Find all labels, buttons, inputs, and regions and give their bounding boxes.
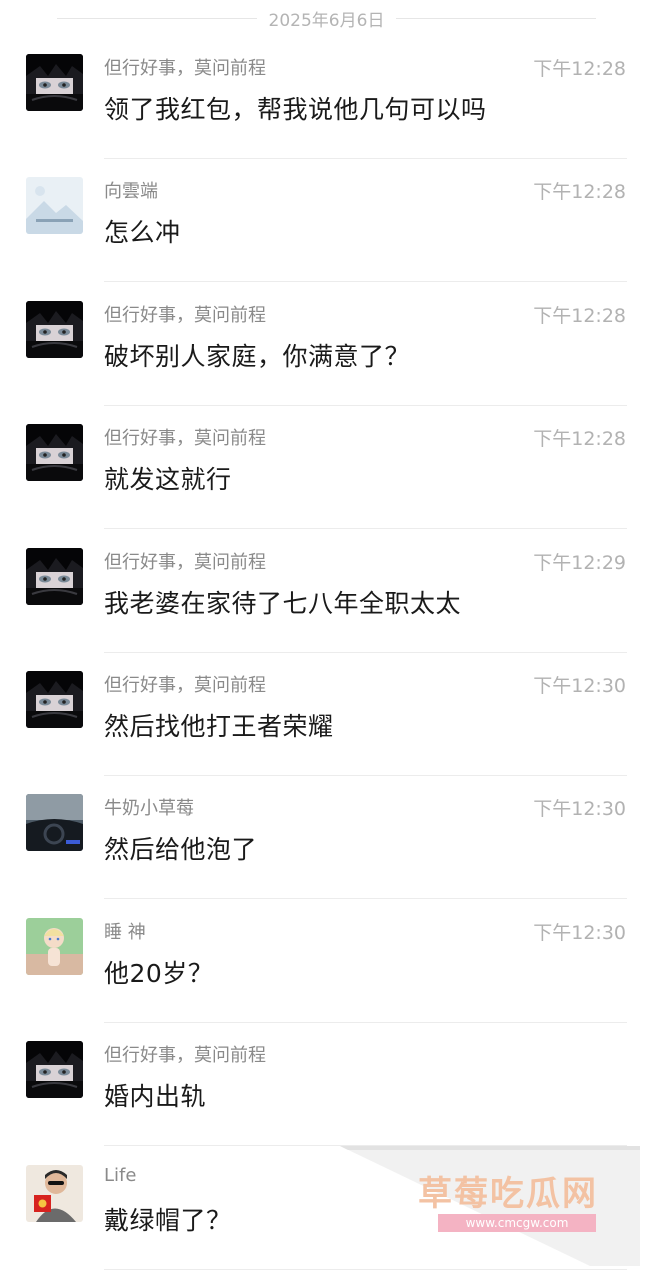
date-separator-line-left [56,17,257,19]
chat-message[interactable]: 但行好事，莫问前程婚内出轨 [0,1023,653,1147]
sender-name: 但行好事，莫问前程 [104,304,266,326]
message-time: 下午12:30 [533,921,626,944]
date-separator: 2025年6月6日 [0,0,653,36]
message-text: 然后给他泡了 [104,835,258,865]
dark-hair-eyes-avatar[interactable] [26,300,83,358]
message-text: 婚内出轨 [104,1082,207,1112]
car-interior-avatar[interactable] [26,794,83,852]
dark-hair-eyes-avatar[interactable] [26,424,83,482]
message-time: 下午12:28 [533,428,626,451]
child-red-envelope-avatar[interactable] [26,1164,83,1222]
message-time: 下午12:29 [533,551,626,574]
sender-name: 但行好事，莫问前程 [104,551,266,573]
message-divider [104,1268,627,1270]
message-time: 下午12:28 [533,58,626,80]
chat-message[interactable]: 但行好事，莫问前程 下午12:28 领了我红包，帮我说他几句可以吗 [0,36,653,159]
chat-message[interactable]: 但行好事，莫问前程 下午12:29 我老婆在家待了七八年全职太太 [0,530,653,653]
message-text: 戴绿帽了？ [104,1205,232,1235]
message-text: 就发这就行 [104,465,232,495]
dark-hair-eyes-avatar[interactable] [26,547,83,605]
message-text: 怎么冲 [104,218,181,248]
message-time: 下午12:28 [533,304,626,327]
chat-message[interactable]: 睡 神 下午12:30 他20岁？ [0,900,653,1023]
dark-hair-eyes-avatar[interactable] [26,671,83,728]
message-time: 下午12:30 [533,798,626,821]
chat-message[interactable]: 向雲端 下午12:28 怎么冲 [0,159,653,283]
message-text: 破坏别人家庭，你满意了？ [104,341,411,371]
dark-hair-eyes-avatar[interactable] [26,54,83,111]
dark-hair-eyes-avatar[interactable] [26,1041,83,1099]
sender-name: Life [104,1164,137,1186]
date-separator-line-right [396,17,597,19]
message-text: 然后找他打王者荣耀 [104,712,334,741]
light-blue-landscape-avatar[interactable] [26,177,83,235]
chat-message[interactable]: 但行好事，莫问前程 下午12:28 破坏别人家庭，你满意了？ [0,283,653,406]
sender-name: 但行好事，莫问前程 [104,428,266,450]
chat-message[interactable]: Life 戴绿帽了？ [0,1147,653,1270]
message-time: 下午12:28 [533,181,626,204]
message-time: 下午12:30 [533,675,626,697]
sender-name: 牛奶小草莓 [104,798,194,820]
cartoon-child-avatar[interactable] [26,917,83,975]
sender-name: 向雲端 [104,181,158,203]
message-text: 领了我红包，帮我说他几句可以吗 [104,95,487,124]
sender-name: 但行好事，莫问前程 [104,1045,266,1067]
chat-message[interactable]: 但行好事，莫问前程 下午12:30 然后找他打王者荣耀 [0,653,653,776]
chat-message[interactable]: 牛奶小草莓 下午12:30 然后给他泡了 [0,776,653,900]
sender-name: 睡 神 [104,921,146,943]
sender-name: 但行好事，莫问前程 [104,675,266,696]
date-label: 2025年6月6日 [268,10,385,31]
sender-name: 但行好事，莫问前程 [104,58,266,79]
chat-message[interactable]: 但行好事，莫问前程 下午12:28 就发这就行 [0,406,653,530]
message-text: 他20岁？ [104,958,214,988]
message-text: 我老婆在家待了七八年全职太太 [104,588,462,618]
